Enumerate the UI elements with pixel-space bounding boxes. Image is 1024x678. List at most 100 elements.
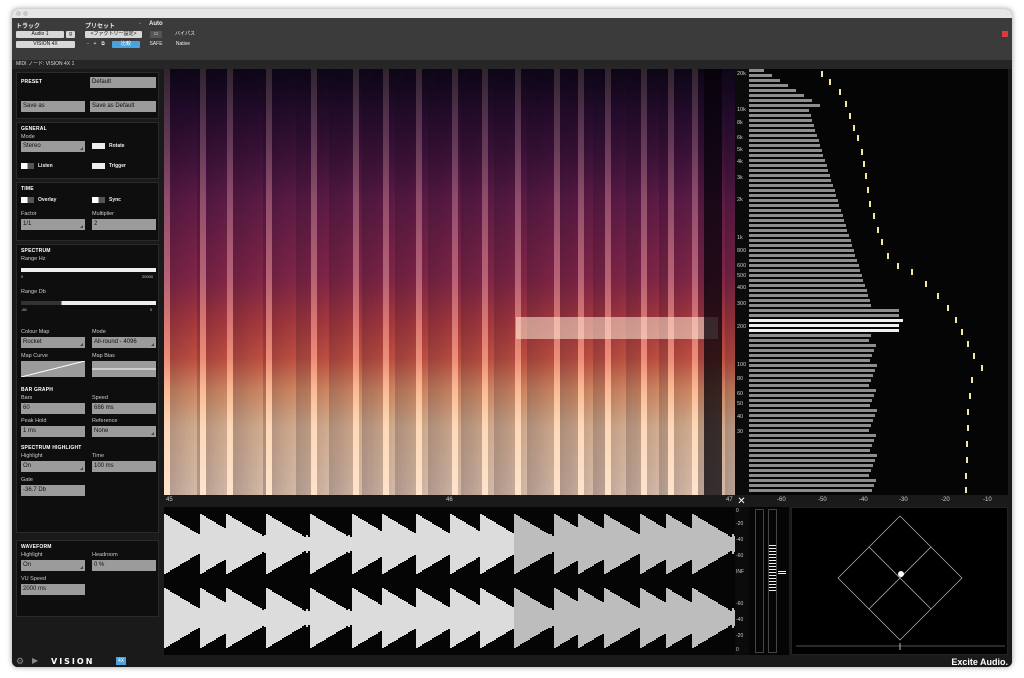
level-inf: INF bbox=[736, 569, 745, 575]
settings-gear-icon[interactable]: ⚙ bbox=[16, 656, 24, 667]
preset-select[interactable]: <ファクトリー設定> bbox=[85, 31, 142, 38]
gate-field[interactable]: -36.7 Db bbox=[21, 485, 85, 496]
freq-tick: 80 bbox=[737, 376, 744, 382]
save-as-button[interactable]: Save as bbox=[21, 101, 85, 112]
highlight-time-field[interactable]: 100 ms bbox=[92, 461, 156, 472]
play-icon[interactable]: ▶ bbox=[32, 656, 38, 665]
range-hz-slider[interactable] bbox=[21, 268, 156, 272]
copy-icon[interactable]: ⧉ bbox=[100, 41, 106, 48]
map-curve-editor[interactable] bbox=[20, 360, 86, 378]
bar-graph-bar bbox=[749, 114, 811, 117]
track-group-button[interactable]: g bbox=[66, 31, 75, 38]
freq-tick: 6k bbox=[737, 135, 743, 141]
freq-tick: 60 bbox=[737, 391, 744, 397]
bar-graph-bar bbox=[749, 354, 872, 357]
waveform-view[interactable] bbox=[164, 507, 735, 655]
host-close-icon[interactable] bbox=[1002, 31, 1008, 37]
map-bias-label: Map Bias bbox=[92, 353, 115, 359]
bar-graph-peak bbox=[887, 253, 889, 259]
range-db-max: 0 bbox=[150, 307, 153, 312]
waveform-highlight-select[interactable]: On bbox=[21, 560, 85, 571]
minimize-window-button[interactable] bbox=[23, 11, 28, 16]
time-title: TIME bbox=[21, 186, 34, 192]
headroom-field[interactable]: 0 % bbox=[92, 560, 156, 571]
safe-button[interactable]: SAFE bbox=[148, 41, 164, 48]
map-bias-editor[interactable] bbox=[92, 361, 156, 377]
bar-graph-bar bbox=[749, 209, 841, 212]
freq-tick: 30 bbox=[737, 429, 744, 435]
time-tick: 46 bbox=[446, 497, 453, 503]
trigger-toggle[interactable] bbox=[92, 163, 105, 169]
bars-field[interactable]: 60 bbox=[21, 403, 85, 414]
bar-graph-peak bbox=[853, 125, 855, 131]
freq-tick: 20k bbox=[737, 71, 746, 77]
vu-speed-field[interactable]: 2000 ms bbox=[21, 584, 85, 595]
freq-tick: 600 bbox=[737, 263, 747, 269]
plugin-select[interactable]: VISION 4X bbox=[16, 41, 75, 48]
freq-tick: 100 bbox=[737, 362, 747, 368]
plugin-window: トラック プリセット ◦ Auto Audio 1 g VISION 4X <フ… bbox=[12, 9, 1012, 667]
level-tick: 0 bbox=[736, 647, 739, 653]
bar-graph-bar bbox=[749, 394, 874, 397]
compare-button[interactable]: 比較 bbox=[112, 41, 140, 48]
auto-label: Auto bbox=[149, 21, 163, 27]
highlight-select[interactable]: On bbox=[21, 461, 85, 472]
mode-select[interactable]: Stereo bbox=[21, 141, 85, 152]
brand-logo: Excite Audio. bbox=[951, 657, 1008, 667]
bar-graph-peak bbox=[877, 227, 879, 233]
level-tick: 0 bbox=[736, 508, 739, 514]
bar-graph-peak bbox=[865, 173, 867, 179]
bar-graph-title: BAR GRAPH bbox=[21, 387, 54, 393]
bar-graph-view[interactable] bbox=[749, 69, 1008, 495]
colour-map-label: Colour Map bbox=[21, 329, 50, 335]
bar-graph-bar bbox=[749, 149, 822, 152]
preset-plus-button[interactable]: + bbox=[92, 41, 98, 48]
overlay-toggle[interactable] bbox=[21, 197, 34, 203]
bar-graph-bar bbox=[749, 429, 869, 432]
spectrum-mode-select[interactable]: All-round - 4096 bbox=[92, 337, 156, 348]
multiplier-field[interactable]: 2 bbox=[92, 219, 156, 230]
bar-graph-bar bbox=[749, 289, 867, 292]
bar-graph-bar bbox=[749, 389, 876, 392]
sync-toggle[interactable] bbox=[92, 197, 105, 203]
bar-graph-bar bbox=[749, 479, 876, 482]
bar-graph-bar bbox=[749, 154, 824, 157]
level-tick: -20 bbox=[736, 633, 744, 639]
native-button[interactable]: Native bbox=[172, 41, 194, 48]
automation-icon[interactable]: ▭ bbox=[150, 31, 162, 38]
preset-minus-button[interactable]: - bbox=[85, 41, 91, 48]
peak-hold-field[interactable]: 1 ms bbox=[21, 426, 85, 437]
speed-field[interactable]: 686 ms bbox=[92, 403, 156, 414]
preset-settings-icon[interactable]: ◦ bbox=[137, 21, 143, 28]
level-tick: -40 bbox=[736, 537, 744, 543]
range-db-slider[interactable] bbox=[21, 301, 156, 305]
bar-graph-peak bbox=[967, 409, 969, 415]
reference-select[interactable]: None bbox=[92, 426, 156, 437]
bar-graph-bar bbox=[749, 319, 903, 322]
bar-graph-bar bbox=[749, 414, 875, 417]
bar-graph-bar bbox=[749, 214, 843, 217]
bar-graph-bar bbox=[749, 179, 832, 182]
colour-map-select[interactable]: Rocket bbox=[21, 337, 85, 348]
expand-icon[interactable]: ✕ bbox=[736, 496, 747, 507]
preset-title: PRESET bbox=[21, 79, 43, 85]
close-window-button[interactable] bbox=[16, 11, 21, 16]
general-panel: GENERAL Mode Stereo Rotate Listen Trigge… bbox=[16, 122, 159, 179]
bar-graph-peak bbox=[966, 457, 968, 463]
rotate-toggle[interactable] bbox=[92, 143, 105, 149]
spectrogram-view[interactable] bbox=[164, 69, 735, 495]
bar-graph-peak bbox=[981, 365, 983, 371]
midi-node-label: MIDI ノード: VISION 4X 1 bbox=[12, 60, 1012, 69]
track-select[interactable]: Audio 1 bbox=[16, 31, 64, 38]
bar-graph-bar bbox=[749, 174, 830, 177]
save-as-default-button[interactable]: Save as Default bbox=[90, 101, 156, 112]
bypass-button[interactable]: バイパス bbox=[172, 31, 198, 38]
factor-select[interactable]: 1/1 bbox=[21, 219, 85, 230]
bar-graph-peak bbox=[965, 487, 967, 493]
bar-graph-bar bbox=[749, 379, 871, 382]
factor-label: Factor bbox=[21, 211, 37, 217]
bar-graph-bar bbox=[749, 279, 864, 282]
freq-tick: 1k bbox=[737, 235, 743, 241]
listen-toggle[interactable] bbox=[21, 163, 34, 169]
preset-name-field[interactable]: Default bbox=[90, 77, 156, 88]
